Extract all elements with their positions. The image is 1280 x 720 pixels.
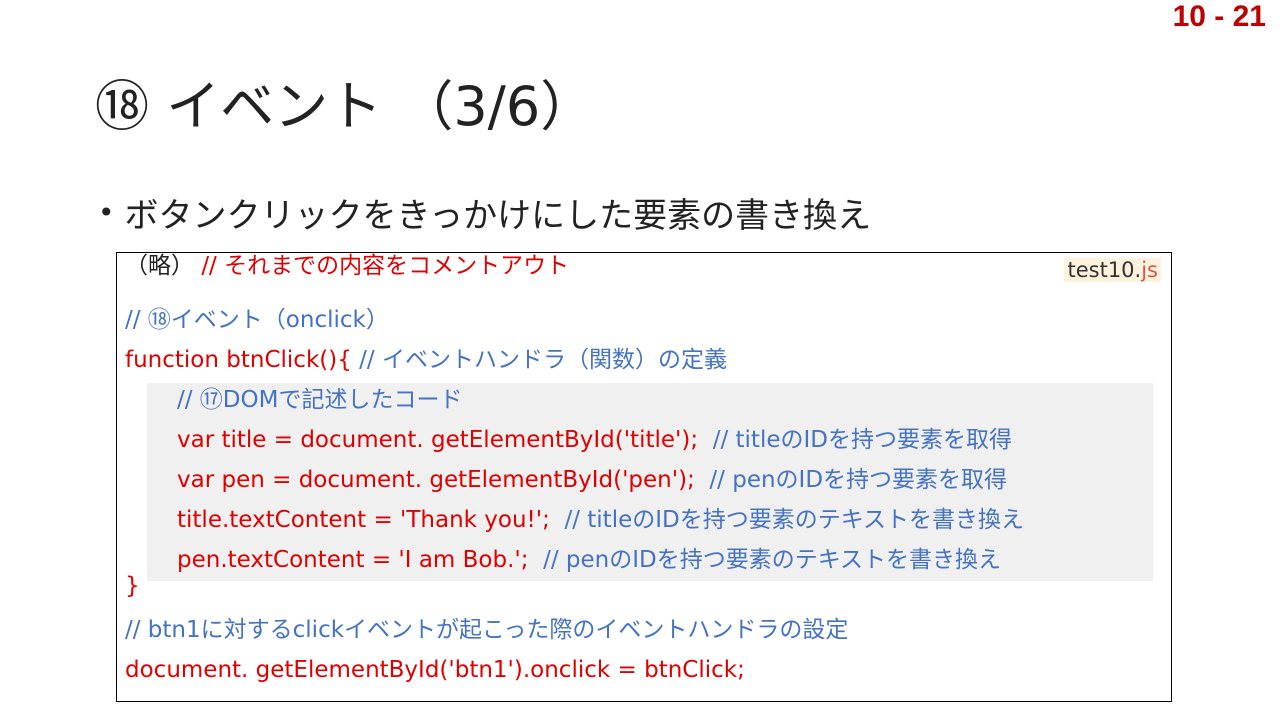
filename-label: test10.js	[1064, 258, 1161, 282]
bullet-item: • ボタンクリックをきっかけにした要素の書き換え	[98, 188, 871, 237]
code-statement: title.textContent = 'Thank you!';	[177, 507, 550, 533]
code-line-9: }	[125, 571, 140, 601]
code-line-8: pen.textContent = 'I am Bob.'; // penのID…	[177, 545, 1001, 575]
code-line-6: var pen = document. getElementById('pen'…	[177, 465, 1007, 495]
code-statement: pen.textContent = 'I am Bob.';	[177, 547, 529, 573]
code-line-2: // ⑱イベント（onclick）	[125, 305, 389, 335]
code-comment: // titleのIDを持つ要素を取得	[712, 427, 1012, 453]
code-line-7: title.textContent = 'Thank you!'; // tit…	[177, 505, 1024, 535]
bullet-dot-icon: •	[98, 196, 115, 229]
code-comment: // penのIDを持つ要素のテキストを書き換え	[543, 547, 1002, 573]
code-line-1: （略） // それまでの内容をコメントアウト	[125, 251, 569, 281]
code-statement: var title = document. getElementById('ti…	[177, 427, 699, 453]
filename-base: test10.	[1067, 258, 1142, 282]
code-statement: }	[125, 573, 140, 599]
code-line-5: var title = document. getElementById('ti…	[177, 425, 1012, 455]
code-comment: // penのIDを持つ要素を取得	[709, 467, 1008, 493]
bullet-text: ボタンクリックをきっかけにした要素の書き換え	[124, 196, 872, 236]
code-comment: // ⑱イベント（onclick）	[125, 307, 389, 333]
code-comment: // btn1に対するclickイベントが起こった際のイベントハンドラの設定	[125, 617, 849, 643]
code-comment: // ⑰DOMで記述したコード	[177, 387, 463, 413]
code-comment: // titleのIDを持つ要素のテキストを書き換え	[564, 507, 1025, 533]
code-comment: // それまでの内容をコメントアウト	[201, 253, 570, 279]
code-line-10: // btn1に対するclickイベントが起こった際のイベントハンドラの設定	[125, 615, 848, 645]
code-statement: document. getElementById('btn1').onclick…	[125, 657, 745, 683]
code-statement: var pen = document. getElementById('pen'…	[177, 467, 695, 493]
slide-title: ⑱ イベント （3/6）	[95, 75, 595, 138]
page-number: 10 - 21	[1172, 0, 1266, 33]
code-line-4: // ⑰DOMで記述したコード	[177, 385, 462, 415]
code-statement: function btnClick(){	[125, 347, 352, 373]
code-omitted-marker: （略）	[125, 253, 194, 279]
code-line-3: function btnClick(){ // イベントハンドラ（関数）の定義	[125, 345, 727, 375]
code-comment: // イベントハンドラ（関数）の定義	[359, 347, 727, 373]
filename-ext: js	[1141, 258, 1158, 282]
code-box: test10.js （略） // それまでの内容をコメントアウト // ⑱イベン…	[116, 252, 1172, 702]
code-line-11: document. getElementById('btn1').onclick…	[125, 655, 745, 685]
